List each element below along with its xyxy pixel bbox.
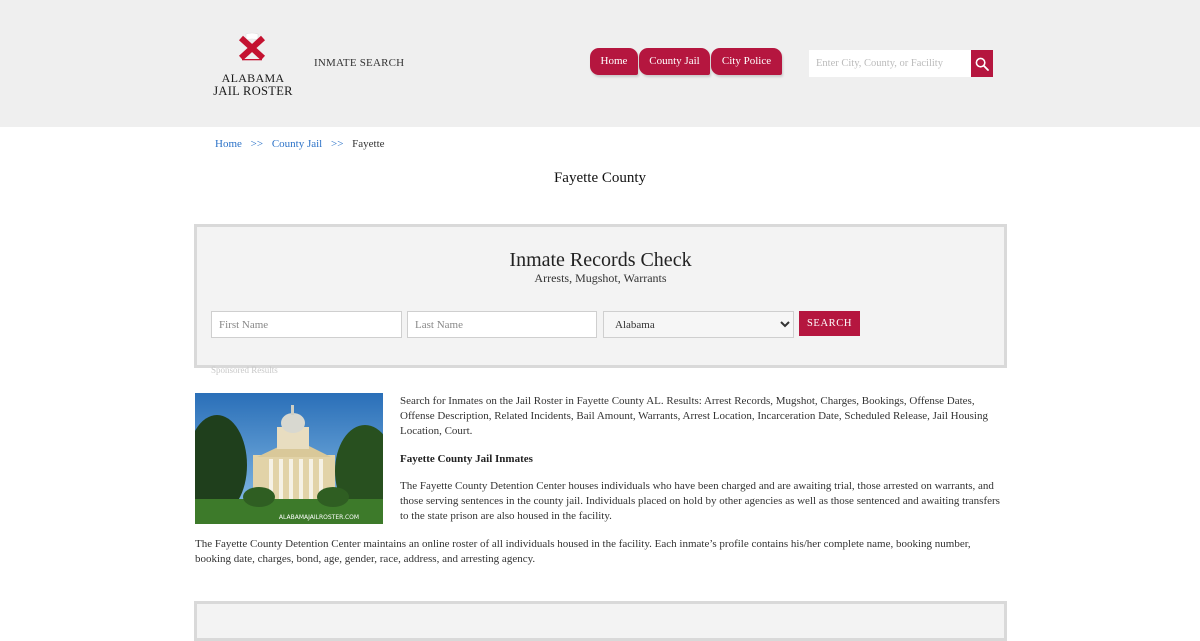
facility-search-input[interactable] bbox=[809, 50, 971, 77]
nav-tab-county-jail[interactable]: County Jail bbox=[639, 48, 710, 75]
breadcrumb-separator: >> bbox=[330, 138, 344, 150]
records-search-button[interactable]: SEARCH bbox=[799, 311, 860, 336]
courthouse-photo: ALABAMAJAILROSTER.COM bbox=[195, 393, 383, 524]
breadcrumb: Home >> County Jail >> Fayette bbox=[215, 138, 385, 150]
breadcrumb-current: Fayette bbox=[352, 138, 385, 150]
inmate-records-check-panel: Inmate Records Check Arrests, Mugshot, W… bbox=[194, 224, 1007, 368]
online-roster-paragraph: The Fayette County Detention Center main… bbox=[195, 538, 971, 565]
breadcrumb-county-jail[interactable]: County Jail bbox=[272, 138, 322, 150]
jail-inmates-heading: Fayette County Jail Inmates bbox=[400, 453, 533, 465]
page-title: Fayette County bbox=[553, 170, 647, 186]
breadcrumb-home[interactable]: Home bbox=[215, 138, 242, 150]
site-header: ALABAMA JAIL ROSTER INMATE SEARCH Home C… bbox=[0, 0, 1200, 127]
last-name-input[interactable] bbox=[407, 311, 597, 338]
records-check-subtitle: Arrests, Mugshot, Warrants bbox=[534, 271, 667, 285]
breadcrumb-separator: >> bbox=[250, 138, 264, 150]
nav-tab-home[interactable]: Home bbox=[590, 48, 638, 75]
site-logo[interactable]: ALABAMA JAIL ROSTER bbox=[212, 30, 294, 100]
intro-paragraph: Search for Inmates on the Jail Roster in… bbox=[400, 395, 988, 437]
bottom-panel bbox=[194, 601, 1007, 641]
facility-search-button[interactable] bbox=[971, 50, 993, 77]
logo-text-line2: JAIL ROSTER bbox=[213, 84, 293, 98]
detention-center-paragraph: The Fayette County Detention Center hous… bbox=[400, 480, 1000, 522]
photo-watermark: ALABAMAJAILROSTER.COM bbox=[279, 514, 359, 521]
magnifier-icon bbox=[975, 57, 989, 71]
alabama-flag-icon bbox=[238, 32, 266, 61]
first-name-input[interactable] bbox=[211, 311, 402, 338]
state-select[interactable]: Alabama bbox=[603, 311, 794, 338]
sponsored-results-label: Sponsored Results bbox=[211, 365, 278, 375]
records-check-title: Inmate Records Check bbox=[509, 249, 692, 271]
nav-tab-city-police[interactable]: City Police bbox=[711, 48, 782, 75]
inmate-search-link[interactable]: INMATE SEARCH bbox=[314, 57, 404, 69]
